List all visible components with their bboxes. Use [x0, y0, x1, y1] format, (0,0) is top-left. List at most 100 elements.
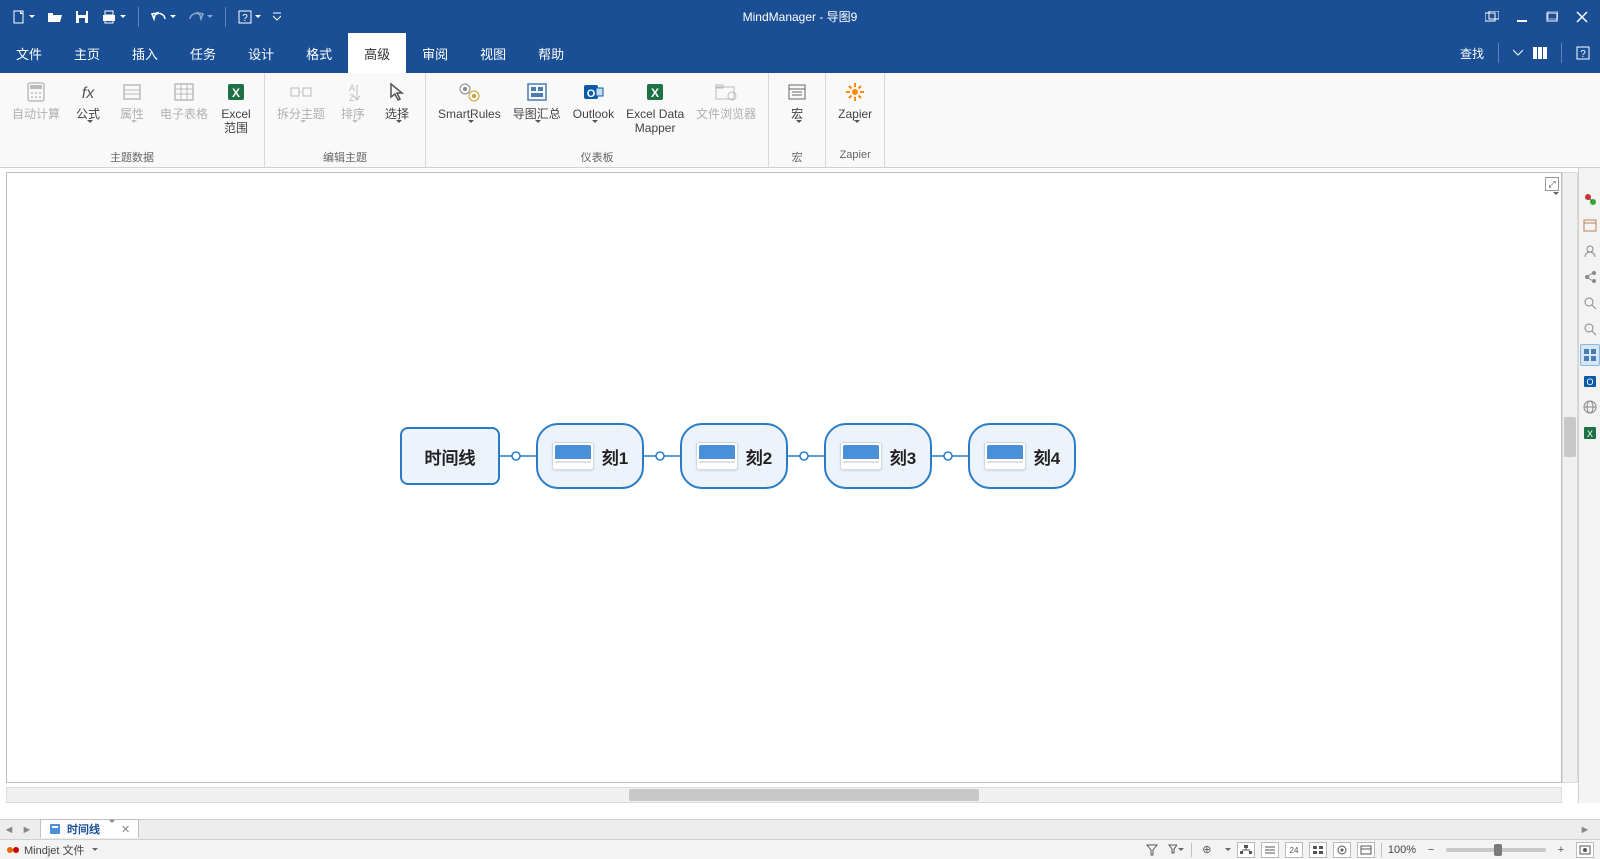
sidepanel-globe-icon[interactable] — [1580, 396, 1600, 418]
ribbon-group-label: 仪表板 — [426, 149, 768, 167]
ribbon-content: 自动计算fx公式属性电子表格XExcel 范围主题数据拆分主题AZ排序选择编辑主… — [0, 73, 1600, 168]
formula-icon: fx — [76, 79, 100, 105]
help-button[interactable]: ? — [1576, 46, 1590, 60]
view-mode5-button[interactable] — [1333, 842, 1351, 858]
zoom-out-button[interactable]: − — [1422, 842, 1440, 858]
timeline-child-node[interactable]: 刻2 — [680, 423, 788, 489]
separator — [138, 7, 139, 27]
doctab-prev-button[interactable]: ◄ — [0, 824, 18, 836]
sidepanel-search-icon[interactable] — [1580, 292, 1600, 314]
doctab-next-button[interactable]: ► — [18, 824, 36, 836]
timeline-child-node[interactable]: 刻1 — [536, 423, 644, 489]
select-button[interactable]: 选择 — [375, 77, 419, 139]
spreadsheet-button: 电子表格 — [154, 77, 214, 123]
filter-button[interactable] — [1143, 842, 1161, 858]
qat-redo-button[interactable] — [184, 8, 217, 26]
view-mode4-button[interactable] — [1309, 842, 1327, 858]
tab-label: 高级 — [364, 44, 390, 63]
button-label: Outlook — [573, 107, 614, 121]
doctab-menu-button[interactable]: ► — [1576, 824, 1594, 836]
macro-button[interactable]: 宏 — [775, 77, 819, 139]
sidepanel-link-icon[interactable] — [1580, 188, 1600, 210]
smartrules-button[interactable]: SmartRules — [432, 77, 507, 139]
filter-dropdown-button[interactable] — [1167, 842, 1185, 858]
horizontal-scrollbar[interactable] — [6, 787, 1562, 803]
zapier-button[interactable]: Zapier — [832, 77, 878, 139]
svg-text:24: 24 — [1289, 846, 1298, 855]
side-panel: OX — [1578, 168, 1600, 803]
close-button[interactable] — [1568, 5, 1596, 29]
svg-text:O: O — [1586, 377, 1593, 387]
outlook-button[interactable]: OOutlook — [567, 77, 620, 139]
maximize-button[interactable] — [1538, 5, 1566, 29]
tab-help[interactable]: 帮助 — [522, 33, 580, 73]
scroll-thumb[interactable] — [1564, 417, 1576, 457]
tab-review[interactable]: 审阅 — [406, 33, 464, 73]
view-mode1-button[interactable] — [1237, 842, 1255, 858]
zoom-value[interactable]: 100% — [1388, 844, 1416, 856]
sidepanel-share-icon[interactable] — [1580, 266, 1600, 288]
status-bar: Mindjet 文件 ⊕ 24 100% − + — [0, 839, 1600, 859]
tab-file[interactable]: 文件 — [0, 33, 58, 73]
tab-advanced[interactable]: 高级 — [348, 33, 406, 73]
fit-map-button[interactable] — [1576, 842, 1594, 858]
sidepanel-search2-icon[interactable] — [1580, 318, 1600, 340]
tab-label: 文件 — [16, 44, 42, 63]
node-label: 时间线 — [425, 444, 476, 469]
view-mode2-button[interactable] — [1261, 842, 1279, 858]
work-area: ⤢ 时间线 刻1 刻2 刻3 刻4 — [0, 168, 1578, 803]
svg-text:?: ? — [1580, 49, 1586, 60]
sidepanel-excel-side-icon[interactable]: X — [1580, 422, 1600, 444]
doctab-close-button[interactable]: ✕ — [121, 823, 130, 836]
tab-label: 设计 — [248, 44, 274, 63]
sidepanel-outlook-side-icon[interactable]: O — [1580, 370, 1600, 392]
tab-design[interactable]: 设计 — [232, 33, 290, 73]
zoom-slider-handle[interactable] — [1494, 844, 1502, 856]
zoom-in-button[interactable]: + — [1552, 842, 1570, 858]
canvas-dropdown-button[interactable] — [1550, 195, 1559, 213]
status-filetype[interactable]: Mindjet 文件 — [24, 842, 85, 858]
view-mode6-button[interactable] — [1357, 842, 1375, 858]
timeline-child-node[interactable]: 刻3 — [824, 423, 932, 489]
maprollup-button[interactable]: 导图汇总 — [507, 77, 567, 139]
excel-mapper-button[interactable]: XExcel Data Mapper — [620, 77, 690, 137]
qat-print-button[interactable] — [97, 7, 130, 27]
search-label[interactable]: 查找 — [1460, 45, 1484, 62]
tab-home[interactable]: 主页 — [58, 33, 116, 73]
tab-insert[interactable]: 插入 — [116, 33, 174, 73]
tab-format[interactable]: 格式 — [290, 33, 348, 73]
qat-new-button[interactable] — [8, 7, 39, 27]
sidepanel-grid-icon[interactable] — [1580, 344, 1600, 366]
timeline-child-node[interactable]: 刻4 — [968, 423, 1076, 489]
excel-mapper-icon: X — [644, 79, 666, 105]
button-label: 宏 — [791, 107, 803, 121]
qat-save-button[interactable] — [71, 7, 93, 27]
scroll-thumb[interactable] — [629, 789, 979, 801]
doctab-dropdown[interactable] — [106, 823, 115, 835]
canvas[interactable]: ⤢ 时间线 刻1 刻2 刻3 刻4 — [6, 172, 1562, 783]
layout-options-button[interactable] — [1533, 47, 1547, 59]
view-mode3-button[interactable]: 24 — [1285, 842, 1303, 858]
timeline-root-node[interactable]: 时间线 — [400, 427, 500, 485]
sidepanel-calendar-icon[interactable] — [1580, 214, 1600, 236]
document-tab[interactable]: 时间线 ✕ — [40, 819, 139, 838]
zoom-slider[interactable] — [1446, 848, 1546, 852]
expand-button[interactable]: ⊕ — [1198, 842, 1216, 858]
vertical-scrollbar[interactable] — [1562, 172, 1578, 783]
switch-window-button[interactable] — [1478, 5, 1506, 29]
canvas-fit-button[interactable]: ⤢ — [1545, 177, 1559, 191]
minimize-button[interactable] — [1508, 5, 1536, 29]
qat-open-button[interactable] — [43, 7, 67, 27]
tab-view[interactable]: 视图 — [464, 33, 522, 73]
excel-range-button[interactable]: XExcel 范围 — [214, 77, 258, 137]
formula-button[interactable]: fx公式 — [66, 77, 110, 139]
tab-task[interactable]: 任务 — [174, 33, 232, 73]
ribbon-group-label: 编辑主题 — [265, 149, 425, 167]
timeline-diagram: 时间线 刻1 刻2 刻3 刻4 — [400, 423, 1076, 489]
qat-customize-button[interactable] — [269, 9, 285, 25]
window-controls — [1478, 5, 1596, 29]
qat-help-button[interactable]: ? — [234, 7, 265, 27]
sidepanel-person-icon[interactable] — [1580, 240, 1600, 262]
collapse-ribbon-button[interactable] — [1513, 48, 1523, 58]
qat-undo-button[interactable] — [147, 8, 180, 26]
